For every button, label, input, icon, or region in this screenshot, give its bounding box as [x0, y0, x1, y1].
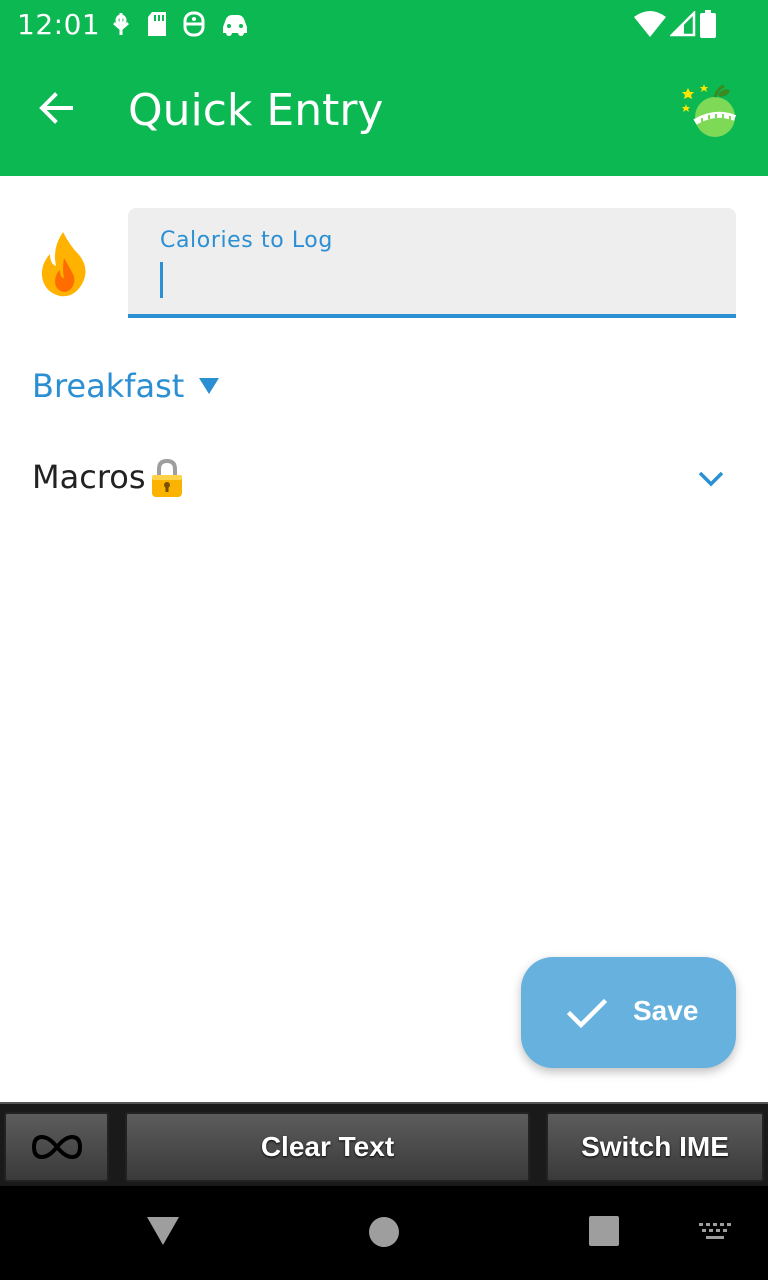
sd-card-icon	[148, 12, 166, 36]
calories-label: Calories to Log	[160, 228, 333, 253]
ime-loop-button[interactable]	[4, 1112, 109, 1182]
status-bar: 12:01	[0, 0, 768, 48]
arrow-back-icon	[39, 92, 73, 124]
usb-debug-icon	[113, 13, 129, 35]
wifi-icon	[634, 11, 666, 37]
switch-ime-button[interactable]: Switch IME	[546, 1112, 764, 1182]
meal-dropdown[interactable]: Breakfast	[32, 364, 220, 408]
macros-row[interactable]: Macros	[32, 454, 736, 504]
back-triangle-icon[interactable]	[146, 1216, 180, 1246]
calories-field[interactable]: Calories to Log	[128, 208, 736, 318]
status-time: 12:01	[17, 8, 101, 41]
app-bar: Quick Entry	[0, 48, 768, 176]
save-label: Save	[633, 995, 699, 1026]
meal-selected-label: Breakfast	[32, 367, 185, 405]
battery-icon	[700, 10, 716, 38]
check-icon	[567, 998, 607, 1029]
dropdown-triangle-icon	[199, 378, 220, 394]
macros-label: Macros	[32, 458, 146, 496]
infinity-icon	[31, 1134, 82, 1160]
accessibility-icon	[183, 11, 205, 37]
chevron-down-icon[interactable]	[696, 464, 726, 494]
car-icon	[223, 15, 247, 36]
ime-toolbar: Clear Text Switch IME	[0, 1102, 768, 1186]
clear-text-button[interactable]: Clear Text	[125, 1112, 530, 1182]
status-icons-left	[110, 10, 250, 38]
flame-icon	[41, 232, 86, 297]
back-button[interactable]	[28, 80, 84, 136]
save-button[interactable]: Save	[521, 957, 736, 1068]
cell-signal-icon	[670, 11, 696, 37]
calories-input[interactable]	[156, 260, 704, 300]
status-icons-right	[634, 9, 716, 39]
page-title: Quick Entry	[128, 85, 384, 136]
home-circle-icon[interactable]	[368, 1216, 400, 1248]
apple-measure-logo-icon[interactable]	[682, 82, 740, 140]
recents-square-icon[interactable]	[589, 1216, 619, 1246]
lock-icon	[152, 458, 182, 497]
keyboard-icon[interactable]	[698, 1222, 732, 1242]
navigation-bar	[0, 1186, 768, 1280]
